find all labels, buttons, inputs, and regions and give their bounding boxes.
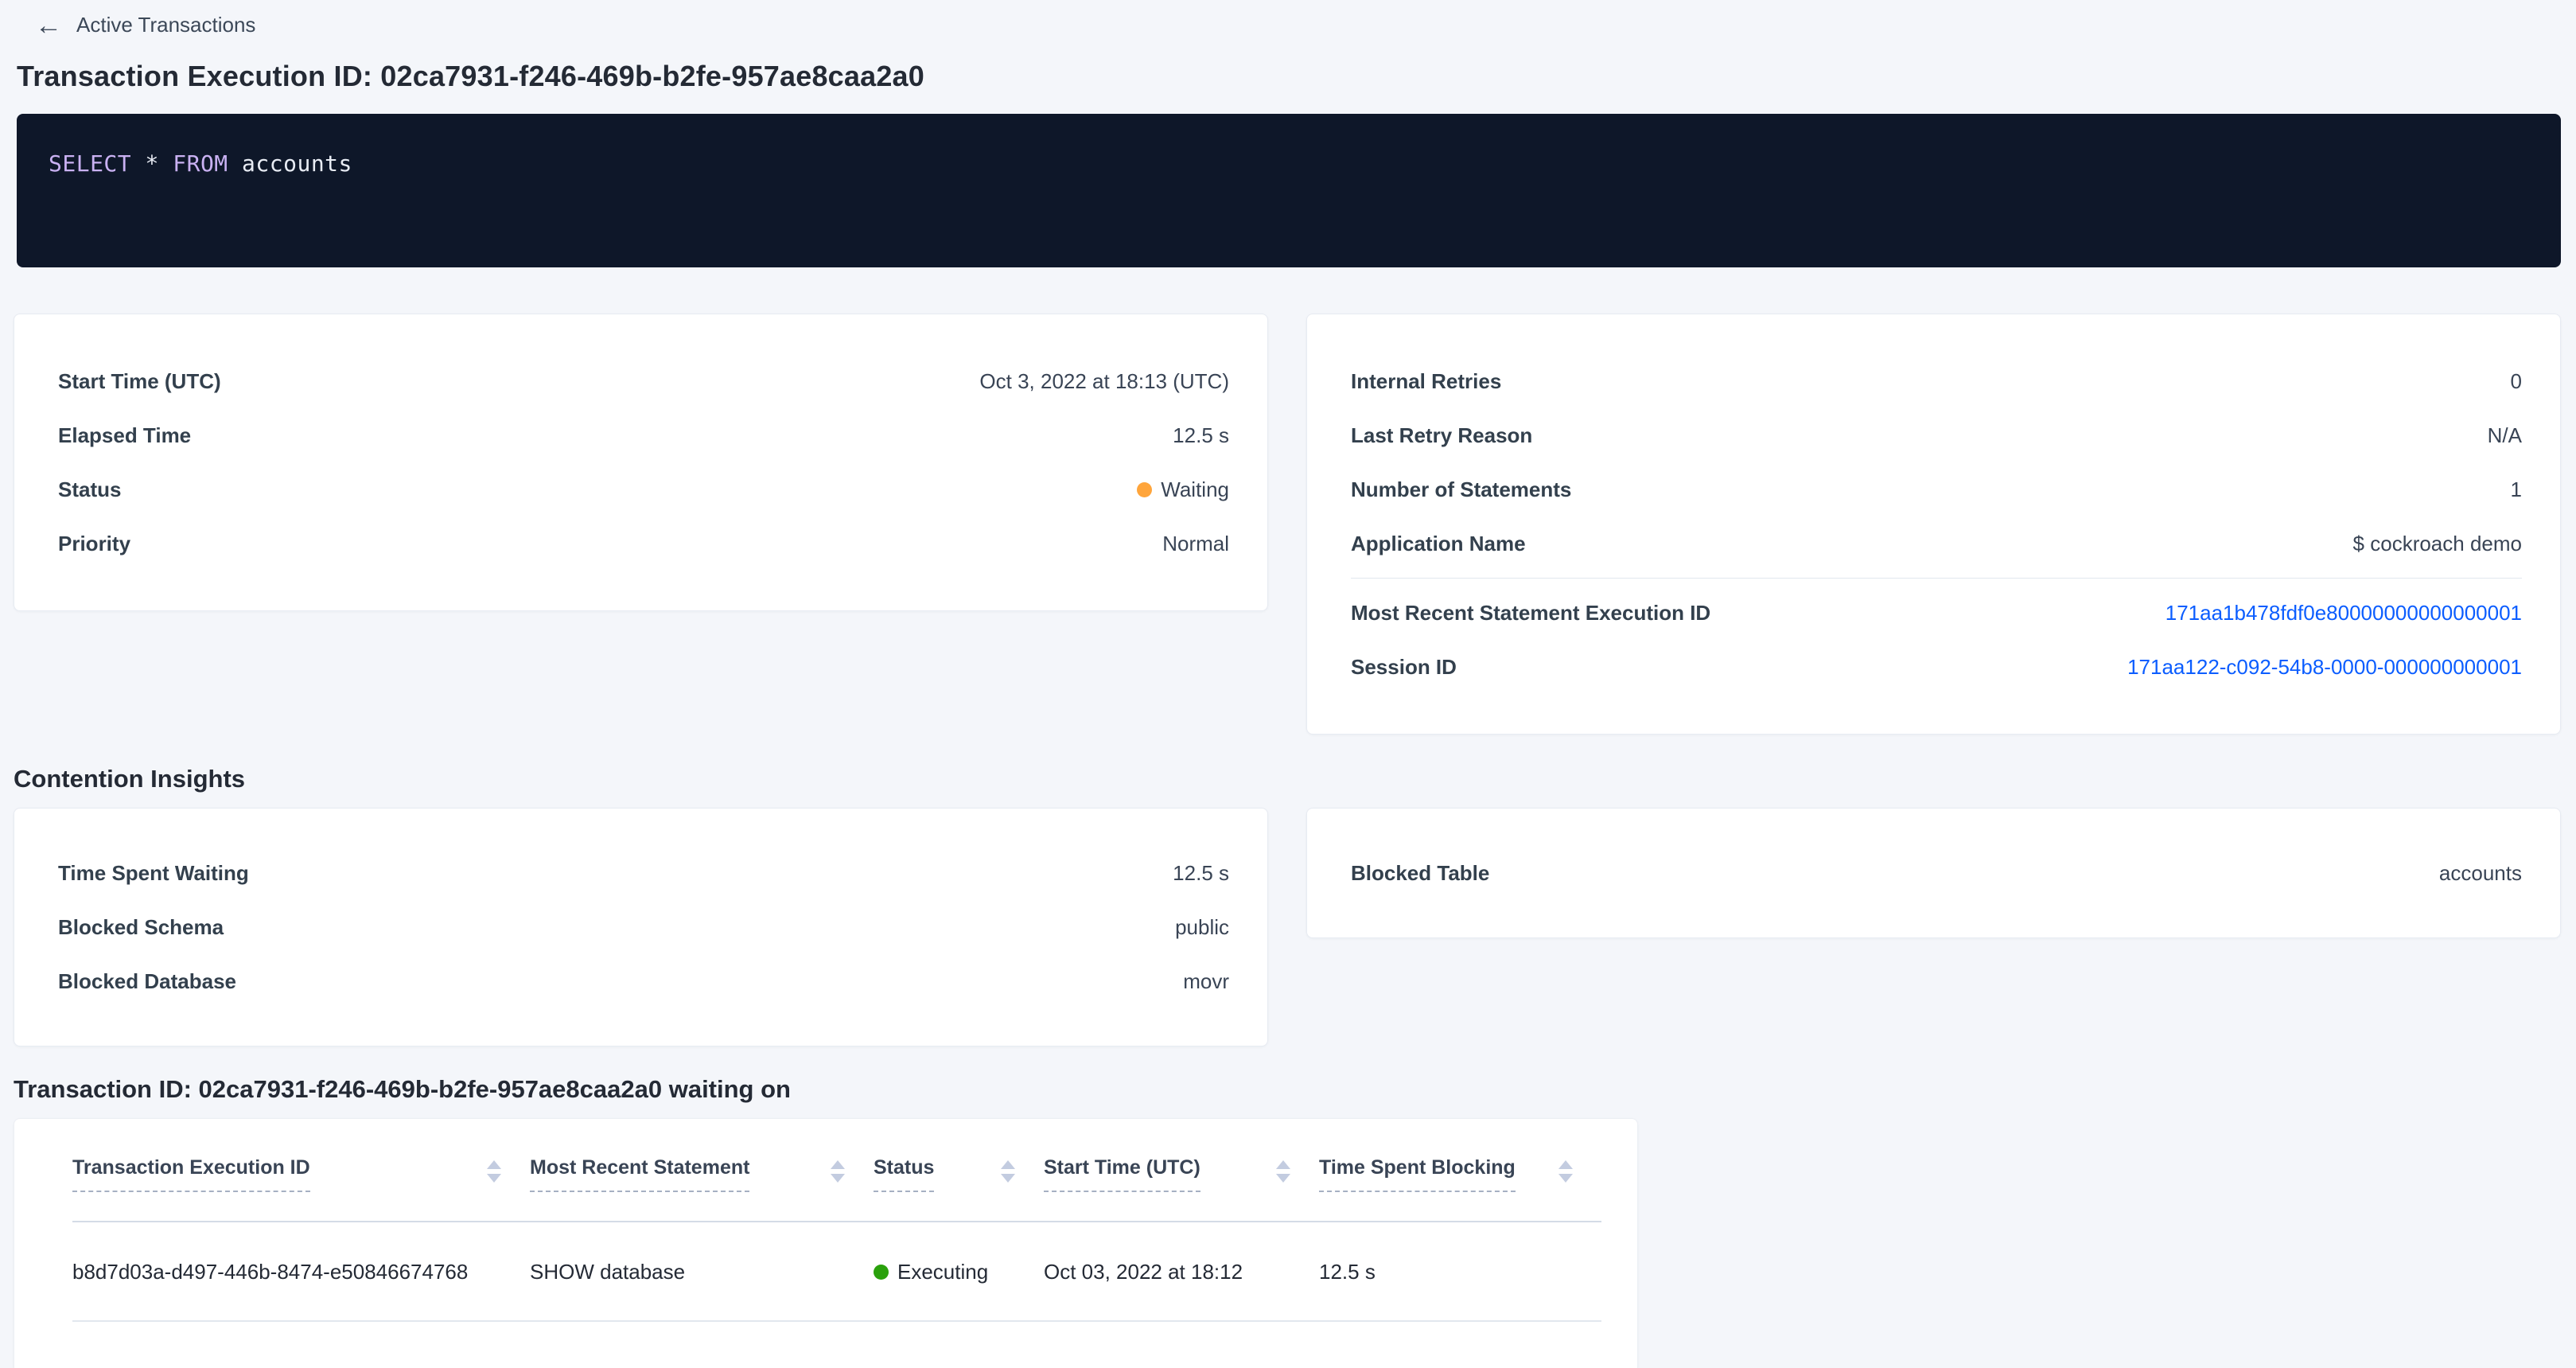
row-blocked-schema: Blocked Schema public xyxy=(58,900,1229,954)
overview-cards-row: Start Time (UTC) Oct 3, 2022 at 18:13 (U… xyxy=(14,314,2561,735)
number-of-statements-value: 1 xyxy=(2511,477,2522,502)
row-session-id: Session ID 171aa122-c092-54b8-0000-00000… xyxy=(1351,640,2522,694)
status-text: Waiting xyxy=(1161,477,1229,502)
sql-star: * xyxy=(146,150,159,177)
time-spent-waiting-label: Time Spent Waiting xyxy=(58,861,249,886)
overview-card-left: Start Time (UTC) Oct 3, 2022 at 18:13 (U… xyxy=(14,314,1268,611)
status-executing-dot-icon xyxy=(874,1265,889,1280)
row-time-spent-waiting: Time Spent Waiting 12.5 s xyxy=(58,846,1229,900)
blocked-database-value: movr xyxy=(1183,969,1229,994)
sql-table-name: accounts xyxy=(242,150,352,177)
cell-status: Executing xyxy=(874,1222,1044,1321)
elapsed-time-label: Elapsed Time xyxy=(58,423,191,448)
sql-keyword: SELECT xyxy=(49,150,131,177)
page-title: Transaction Execution ID: 02ca7931-f246-… xyxy=(17,60,2576,93)
contention-card-left: Time Spent Waiting 12.5 s Blocked Schema… xyxy=(14,808,1268,1046)
column-header-time-spent-blocking[interactable]: Time Spent Blocking xyxy=(1319,1119,1601,1222)
application-name-label: Application Name xyxy=(1351,532,1526,556)
contention-card-right: Blocked Table accounts xyxy=(1306,808,2561,938)
session-id-link[interactable]: 171aa122-c092-54b8-0000-000000000001 xyxy=(2127,655,2522,680)
sort-arrows-icon[interactable] xyxy=(831,1160,845,1183)
internal-retries-label: Internal Retries xyxy=(1351,369,1501,394)
row-last-retry-reason: Last Retry Reason N/A xyxy=(1351,408,2522,462)
status-waiting-dot-icon xyxy=(1137,482,1152,497)
column-header-most-recent-statement[interactable]: Most Recent Statement xyxy=(530,1119,874,1222)
breadcrumb-label: Active Transactions xyxy=(76,13,255,37)
cell-time-spent-blocking: 12.5 s xyxy=(1319,1222,1601,1321)
most-recent-statement-execution-id-label: Most Recent Statement Execution ID xyxy=(1351,601,1710,626)
cell-most-recent-statement: SHOW database xyxy=(530,1222,874,1321)
column-header-transaction-execution-id[interactable]: Transaction Execution ID xyxy=(72,1119,530,1222)
table-header-row: Transaction Execution ID Most Recent Sta… xyxy=(72,1119,1601,1222)
contention-cards-row: Time Spent Waiting 12.5 s Blocked Schema… xyxy=(14,808,2561,1046)
breadcrumb-back-active-transactions[interactable]: ← Active Transactions xyxy=(0,0,255,37)
column-header-status[interactable]: Status xyxy=(874,1119,1044,1222)
sort-arrows-icon[interactable] xyxy=(487,1160,501,1183)
transaction-details-page: ← Active Transactions Transaction Execut… xyxy=(0,0,2576,1366)
waiting-on-table: Transaction Execution ID Most Recent Sta… xyxy=(72,1119,1601,1322)
contention-insights-heading: Contention Insights xyxy=(14,765,2576,793)
status-text: Executing xyxy=(897,1260,988,1284)
sort-arrows-icon[interactable] xyxy=(1001,1160,1015,1183)
internal-retries-value: 0 xyxy=(2511,369,2522,394)
sql-keyword: FROM xyxy=(173,150,228,177)
status-value: Waiting xyxy=(1137,477,1229,502)
waiting-on-heading: Transaction ID: 02ca7931-f246-469b-b2fe-… xyxy=(14,1075,2576,1104)
card-divider xyxy=(1351,578,2522,579)
blocked-schema-value: public xyxy=(1175,915,1229,940)
row-priority: Priority Normal xyxy=(58,516,1229,571)
number-of-statements-label: Number of Statements xyxy=(1351,477,1571,502)
overview-card-right: Internal Retries 0 Last Retry Reason N/A… xyxy=(1306,314,2561,735)
application-name-value: $ cockroach demo xyxy=(2353,532,2522,556)
priority-value: Normal xyxy=(1162,532,1229,556)
column-label: Status xyxy=(874,1156,934,1192)
priority-label: Priority xyxy=(58,532,130,556)
row-blocked-database: Blocked Database movr xyxy=(58,954,1229,1008)
time-spent-waiting-value: 12.5 s xyxy=(1173,861,1229,886)
start-time-value: Oct 3, 2022 at 18:13 (UTC) xyxy=(979,369,1229,394)
column-label: Time Spent Blocking xyxy=(1319,1156,1516,1192)
row-number-of-statements: Number of Statements 1 xyxy=(1351,462,2522,516)
column-label: Most Recent Statement xyxy=(530,1156,749,1192)
elapsed-time-value: 12.5 s xyxy=(1173,423,1229,448)
session-id-label: Session ID xyxy=(1351,655,1457,680)
column-label: Start Time (UTC) xyxy=(1044,1156,1200,1192)
sort-arrows-icon[interactable] xyxy=(1276,1160,1290,1183)
row-application-name: Application Name $ cockroach demo xyxy=(1351,516,2522,571)
blocked-database-label: Blocked Database xyxy=(58,969,236,994)
table-row: b8d7d03a-d497-446b-8474-e50846674768 SHO… xyxy=(72,1222,1601,1321)
row-elapsed-time: Elapsed Time 12.5 s xyxy=(58,408,1229,462)
back-arrow-icon: ← xyxy=(35,14,62,37)
start-time-label: Start Time (UTC) xyxy=(58,369,221,394)
sql-statement-box: SELECT * FROM accounts xyxy=(17,114,2561,267)
waiting-on-table-card: Transaction Execution ID Most Recent Sta… xyxy=(14,1118,1638,1368)
last-retry-reason-label: Last Retry Reason xyxy=(1351,423,1532,448)
blocked-schema-label: Blocked Schema xyxy=(58,915,224,940)
column-label: Transaction Execution ID xyxy=(72,1156,310,1192)
status-label: Status xyxy=(58,477,121,502)
column-header-start-time[interactable]: Start Time (UTC) xyxy=(1044,1119,1319,1222)
last-retry-reason-value: N/A xyxy=(2488,423,2522,448)
blocked-table-label: Blocked Table xyxy=(1351,861,1489,886)
row-most-recent-statement-execution-id: Most Recent Statement Execution ID 171aa… xyxy=(1351,586,2522,640)
row-start-time: Start Time (UTC) Oct 3, 2022 at 18:13 (U… xyxy=(58,354,1229,408)
sort-arrows-icon[interactable] xyxy=(1558,1160,1573,1183)
row-blocked-table: Blocked Table accounts xyxy=(1351,846,2522,900)
blocked-table-value: accounts xyxy=(2439,861,2522,886)
cell-transaction-execution-id: b8d7d03a-d497-446b-8474-e50846674768 xyxy=(72,1222,530,1321)
cell-start-time: Oct 03, 2022 at 18:12 xyxy=(1044,1222,1319,1321)
row-internal-retries: Internal Retries 0 xyxy=(1351,354,2522,408)
most-recent-statement-execution-id-link[interactable]: 171aa1b478fdf0e80000000000000001 xyxy=(2165,601,2522,626)
row-status: Status Waiting xyxy=(58,462,1229,516)
